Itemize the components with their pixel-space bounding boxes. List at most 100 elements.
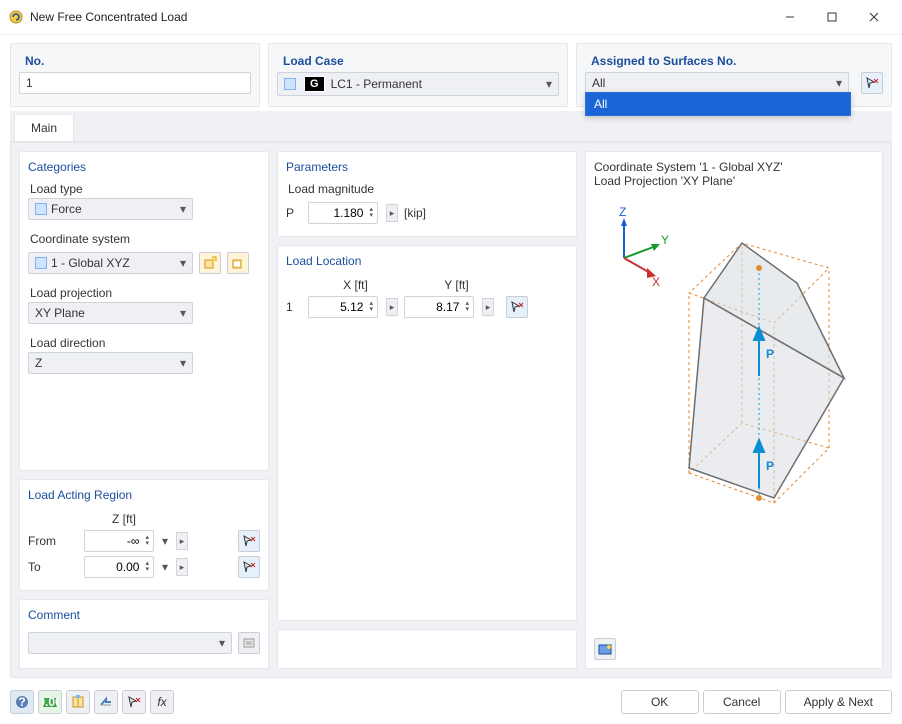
- fx-tool-button[interactable]: fx: [150, 690, 174, 714]
- ok-button[interactable]: OK: [621, 690, 699, 714]
- load-direction-label: Load direction: [28, 334, 260, 352]
- categories-title: Categories: [28, 160, 260, 180]
- window-title: New Free Concentrated Load: [30, 10, 770, 24]
- preview-tool-button[interactable]: [94, 690, 118, 714]
- load-type-select[interactable]: Force ▾: [28, 198, 193, 220]
- assigned-option-all[interactable]: All: [586, 93, 850, 115]
- svg-text:?: ?: [18, 695, 25, 709]
- no-panel: No.: [10, 43, 260, 107]
- y-column-header: Y [ft]: [409, 278, 504, 292]
- chevron-down-icon: ▾: [180, 256, 186, 270]
- parameters-title: Parameters: [286, 160, 568, 180]
- load-case-panel: Load Case G LC1 - Permanent ▾: [268, 43, 568, 107]
- minimize-button[interactable]: [770, 6, 810, 28]
- p-value-input[interactable]: ▴▾: [308, 202, 378, 224]
- svg-text:0.00: 0.00: [42, 695, 58, 709]
- chevron-down-icon: ▾: [546, 77, 552, 91]
- load-type-value: Force: [51, 202, 82, 216]
- preview-pane: Coordinate System '1 - Global XYZ' Load …: [585, 151, 883, 669]
- svg-text:X: X: [652, 275, 660, 289]
- step-right-button[interactable]: ▸: [386, 298, 398, 316]
- chevron-down-icon: ▾: [180, 306, 186, 320]
- footer-bar: ? 0.00 fx OK Cancel Apply & Next: [0, 682, 902, 724]
- checkbox-icon: [35, 203, 47, 215]
- x-value-input[interactable]: ▴▾: [308, 296, 378, 318]
- assigned-panel: Assigned to Surfaces No. All ▾ All: [576, 43, 892, 107]
- pick-to-button[interactable]: [238, 556, 260, 578]
- parameters-group: Parameters Load magnitude P ▴▾ ▸ [kip]: [277, 151, 577, 237]
- load-type-label: Load type: [28, 180, 260, 198]
- y-value-input[interactable]: ▴▾: [404, 296, 474, 318]
- close-button[interactable]: [854, 6, 894, 28]
- info-tool-button[interactable]: [66, 690, 90, 714]
- preview-coord-text: Coordinate System '1 - Global XYZ': [594, 160, 874, 174]
- load-case-select[interactable]: G LC1 - Permanent ▾: [277, 72, 559, 96]
- apply-next-button[interactable]: Apply & Next: [785, 690, 892, 714]
- window-controls: [770, 6, 894, 28]
- categories-group: Categories Load type Force ▾ Coordinate …: [19, 151, 269, 471]
- no-label: No.: [19, 50, 251, 72]
- preview-diagram: Z Y X: [594, 198, 874, 558]
- pick-location-button[interactable]: [506, 296, 528, 318]
- spare-group: [277, 629, 577, 669]
- preview-projection-text: Load Projection 'XY Plane': [594, 174, 874, 188]
- comment-library-button[interactable]: [238, 632, 260, 654]
- load-acting-region-group: Load Acting Region Z [ft] From ▴▾ ▾ ▸ To…: [19, 479, 269, 591]
- app-icon: [8, 9, 24, 25]
- to-input[interactable]: ▴▾: [84, 556, 154, 578]
- chevron-down-icon: ▾: [180, 356, 186, 370]
- assigned-select[interactable]: All ▾: [585, 72, 849, 94]
- checkbox-icon: [284, 78, 296, 90]
- load-location-group: Load Location X [ft] Y [ft] 1 ▴▾ ▸ ▴▾ ▸: [277, 245, 577, 621]
- step-right-button[interactable]: ▸: [176, 558, 188, 576]
- location-row-number: 1: [286, 300, 302, 314]
- pick-surfaces-button[interactable]: [861, 72, 883, 94]
- load-projection-label: Load projection: [28, 284, 260, 302]
- assigned-value: All: [592, 76, 605, 90]
- load-projection-value: XY Plane: [35, 306, 85, 320]
- checkbox-icon: [35, 257, 47, 269]
- new-coordinate-system-button[interactable]: [199, 252, 221, 274]
- load-location-title: Load Location: [286, 254, 568, 274]
- load-projection-select[interactable]: XY Plane ▾: [28, 302, 193, 324]
- chevron-down-icon: ▾: [219, 636, 225, 650]
- from-label: From: [28, 534, 78, 548]
- assigned-label: Assigned to Surfaces No.: [585, 50, 883, 72]
- chevron-down-icon[interactable]: ▾: [162, 560, 168, 574]
- comment-select[interactable]: ▾: [28, 632, 232, 654]
- maximize-button[interactable]: [812, 6, 852, 28]
- x-column-header: X [ft]: [308, 278, 403, 292]
- pick-from-button[interactable]: [238, 530, 260, 552]
- assigned-dropdown-list[interactable]: All: [585, 92, 851, 116]
- p-symbol: P: [286, 206, 302, 220]
- comment-group: Comment ▾: [19, 599, 269, 669]
- svg-text:P: P: [766, 459, 774, 473]
- units-button[interactable]: 0.00: [38, 690, 62, 714]
- step-right-button[interactable]: ▸: [176, 532, 188, 550]
- svg-text:Z: Z: [619, 205, 626, 219]
- step-right-button[interactable]: ▸: [386, 204, 398, 222]
- no-input[interactable]: [19, 72, 251, 94]
- svg-text:fx: fx: [157, 695, 167, 709]
- help-button[interactable]: ?: [10, 690, 34, 714]
- to-label: To: [28, 560, 78, 574]
- title-bar: New Free Concentrated Load: [0, 0, 902, 35]
- svg-text:P: P: [766, 347, 774, 361]
- chevron-down-icon[interactable]: ▾: [162, 534, 168, 548]
- load-case-label: Load Case: [277, 50, 559, 72]
- step-right-button[interactable]: ▸: [482, 298, 494, 316]
- coord-system-value: 1 - Global XYZ: [51, 256, 130, 270]
- pick-tool-button[interactable]: [122, 690, 146, 714]
- coord-system-select[interactable]: 1 - Global XYZ ▾: [28, 252, 193, 274]
- loadcase-g-badge: G: [304, 76, 325, 92]
- chevron-down-icon: ▾: [180, 202, 186, 216]
- chevron-down-icon: ▾: [836, 76, 842, 90]
- from-input[interactable]: ▴▾: [84, 530, 154, 552]
- preview-snapshot-button[interactable]: [594, 638, 616, 660]
- comment-title: Comment: [28, 608, 260, 628]
- edit-coordinate-system-button[interactable]: [227, 252, 249, 274]
- load-direction-select[interactable]: Z ▾: [28, 352, 193, 374]
- tab-main[interactable]: Main: [14, 114, 74, 141]
- cancel-button[interactable]: Cancel: [703, 690, 781, 714]
- load-case-value: LC1 - Permanent: [331, 77, 422, 91]
